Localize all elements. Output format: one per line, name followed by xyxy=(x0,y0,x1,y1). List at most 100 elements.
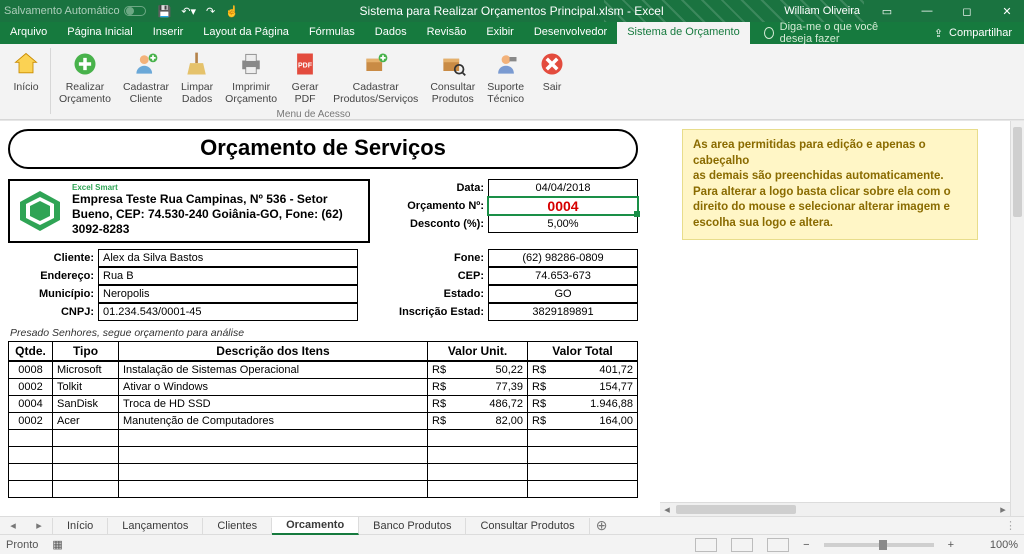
sheet-tab-lancamentos[interactable]: Lançamentos xyxy=(108,518,203,534)
cell-desc[interactable]: Ativar o Windows xyxy=(119,379,428,396)
vertical-scrollbar[interactable] xyxy=(1010,121,1024,516)
next-sheet-icon[interactable]: ▸ xyxy=(36,519,42,532)
user-name[interactable]: William Oliveira xyxy=(784,5,860,17)
worksheet[interactable]: Orçamento de Serviços Excel Smart Empres… xyxy=(0,120,1024,516)
company-logo[interactable] xyxy=(16,189,64,233)
value-estado[interactable]: GO xyxy=(488,285,638,303)
scroll-thumb[interactable] xyxy=(676,505,796,514)
cell-total[interactable]: R$1.946,88 xyxy=(528,396,638,413)
tab-insert[interactable]: Inserir xyxy=(143,22,194,44)
sheet-tab-banco-produtos[interactable]: Banco Produtos xyxy=(359,518,466,534)
value-endereco[interactable]: Rua B xyxy=(98,267,358,285)
cell-unit[interactable]: R$486,72 xyxy=(428,396,528,413)
table-row[interactable]: 0002AcerManutenção de ComputadoresR$82,0… xyxy=(9,413,638,430)
ribbon-options-icon[interactable]: ▭ xyxy=(874,5,900,18)
cell-qtde[interactable]: 0004 xyxy=(9,396,53,413)
undo-icon[interactable]: ↶▾ xyxy=(181,5,196,18)
cell-desc[interactable]: Troca de HD SSD xyxy=(119,396,428,413)
value-cnpj[interactable]: 01.234.543/0001-45 xyxy=(98,303,358,321)
value-inscricao[interactable]: 3829189891 xyxy=(488,303,638,321)
table-row[interactable]: 0002TolkitAtivar o WindowsR$77,39R$154,7… xyxy=(9,379,638,396)
close-icon[interactable]: ✕ xyxy=(994,5,1020,18)
rb-gerar-pdf[interactable]: PDF Gerar PDF xyxy=(283,46,327,107)
scroll-left-icon[interactable]: ◂ xyxy=(660,503,674,516)
tell-me-label: Diga-me o que você deseja fazer xyxy=(780,21,908,45)
table-row[interactable] xyxy=(9,464,638,481)
rb-label: Realizar Orçamento xyxy=(59,82,111,105)
sheet-tab-clientes[interactable]: Clientes xyxy=(203,518,272,534)
cell-tipo[interactable]: Tolkit xyxy=(53,379,119,396)
cell-unit[interactable]: R$50,22 xyxy=(428,361,528,379)
tab-sistema-orcamento[interactable]: Sistema de Orçamento xyxy=(617,22,750,44)
autosave-toggle[interactable]: Salvamento Automático xyxy=(4,5,146,17)
cell-qtde[interactable]: 0008 xyxy=(9,361,53,379)
table-row[interactable] xyxy=(9,430,638,447)
value-municipio[interactable]: Neropolis xyxy=(98,285,358,303)
edit-note-box: As area permitidas para edição e apenas … xyxy=(682,129,978,240)
cell-total[interactable]: R$154,77 xyxy=(528,379,638,396)
rb-realizar[interactable]: Realizar Orçamento xyxy=(53,46,117,107)
cell-tipo[interactable]: SanDisk xyxy=(53,396,119,413)
touch-mode-icon[interactable]: ☝ xyxy=(225,5,239,18)
share-button[interactable]: ⇪ Compartilhar xyxy=(922,22,1024,44)
horizontal-scrollbar[interactable]: ◂ ▸ xyxy=(660,502,1010,516)
tab-review[interactable]: Revisão xyxy=(417,22,477,44)
table-row[interactable]: 0008MicrosoftInstalação de Sistemas Oper… xyxy=(9,361,638,379)
sheet-tab-inicio[interactable]: Início xyxy=(52,518,108,534)
header-kv: Data: 04/04/2018 Orçamento Nº: 0004 Desc… xyxy=(378,179,638,243)
tab-view[interactable]: Exibir xyxy=(476,22,524,44)
tell-me[interactable]: Diga-me o que você deseja fazer xyxy=(750,22,922,44)
toggle-off-icon[interactable] xyxy=(124,6,146,16)
value-data[interactable]: 04/04/2018 xyxy=(488,179,638,197)
rb-cadastrar-cliente[interactable]: Cadastrar Cliente xyxy=(117,46,175,107)
table-row[interactable] xyxy=(9,447,638,464)
tab-split-icon[interactable]: ⋮ xyxy=(1005,519,1016,532)
cell-unit[interactable]: R$77,39 xyxy=(428,379,528,396)
value-cep[interactable]: 74.653-673 xyxy=(488,267,638,285)
tab-data[interactable]: Dados xyxy=(365,22,417,44)
prev-sheet-icon[interactable]: ◂ xyxy=(10,519,16,532)
rb-label: Gerar PDF xyxy=(292,82,319,105)
tab-developer[interactable]: Desenvolvedor xyxy=(524,22,617,44)
tab-file[interactable]: Arquivo xyxy=(0,22,57,44)
sheet-tab-consultar-produtos[interactable]: Consultar Produtos xyxy=(466,518,589,534)
scroll-right-icon[interactable]: ▸ xyxy=(996,503,1010,516)
user-add-icon xyxy=(130,48,162,80)
box-search-icon xyxy=(437,48,469,80)
rb-sair[interactable]: Sair xyxy=(530,46,574,107)
save-icon[interactable]: 💾 xyxy=(158,5,172,18)
cell-total[interactable]: R$164,00 xyxy=(528,413,638,430)
cell-qtde[interactable]: 0002 xyxy=(9,413,53,430)
label-endereco: Endereço: xyxy=(8,267,98,285)
cell-desc[interactable]: Instalação de Sistemas Operacional xyxy=(119,361,428,379)
cell-tipo[interactable]: Microsoft xyxy=(53,361,119,379)
value-fone[interactable]: (62) 98286-0809 xyxy=(488,249,638,267)
rb-suporte[interactable]: Suporte Técnico xyxy=(481,46,530,107)
value-orcamento[interactable]: 0004 xyxy=(488,197,638,215)
rb-cadastrar-produtos[interactable]: Cadastrar Produtos/Serviços xyxy=(327,46,424,107)
tab-formulas[interactable]: Fórmulas xyxy=(299,22,365,44)
tab-home[interactable]: Página Inicial xyxy=(57,22,142,44)
add-sheet-button[interactable]: ⊕ xyxy=(590,517,614,534)
rb-consultar-produtos[interactable]: Consultar Produtos xyxy=(424,46,481,107)
redo-icon[interactable]: ↷ xyxy=(206,5,215,18)
tab-layout[interactable]: Layout da Página xyxy=(193,22,299,44)
table-row[interactable] xyxy=(9,481,638,498)
cell-desc[interactable]: Manutenção de Computadores xyxy=(119,413,428,430)
sheet-tab-orcamento[interactable]: Orcamento xyxy=(272,517,359,535)
minimize-icon[interactable]: ― xyxy=(914,5,940,17)
value-desconto[interactable]: 5,00% xyxy=(488,215,638,233)
scroll-thumb[interactable] xyxy=(1013,127,1022,217)
cell-qtde[interactable]: 0002 xyxy=(9,379,53,396)
rb-label: Cadastrar Produtos/Serviços xyxy=(333,82,418,105)
value-cliente[interactable]: Alex da Silva Bastos xyxy=(98,249,358,267)
cell-tipo[interactable]: Acer xyxy=(53,413,119,430)
cell-unit[interactable]: R$82,00 xyxy=(428,413,528,430)
rb-limpar[interactable]: Limpar Dados xyxy=(175,46,219,107)
rb-imprimir[interactable]: Imprimir Orçamento xyxy=(219,46,283,107)
maximize-icon[interactable]: ◻ xyxy=(954,5,980,18)
cell-total[interactable]: R$401,72 xyxy=(528,361,638,379)
sheet-nav[interactable]: ◂▸ xyxy=(0,519,52,532)
rb-inicio[interactable]: Início xyxy=(4,46,48,96)
table-row[interactable]: 0004SanDiskTroca de HD SSDR$486,72R$1.94… xyxy=(9,396,638,413)
